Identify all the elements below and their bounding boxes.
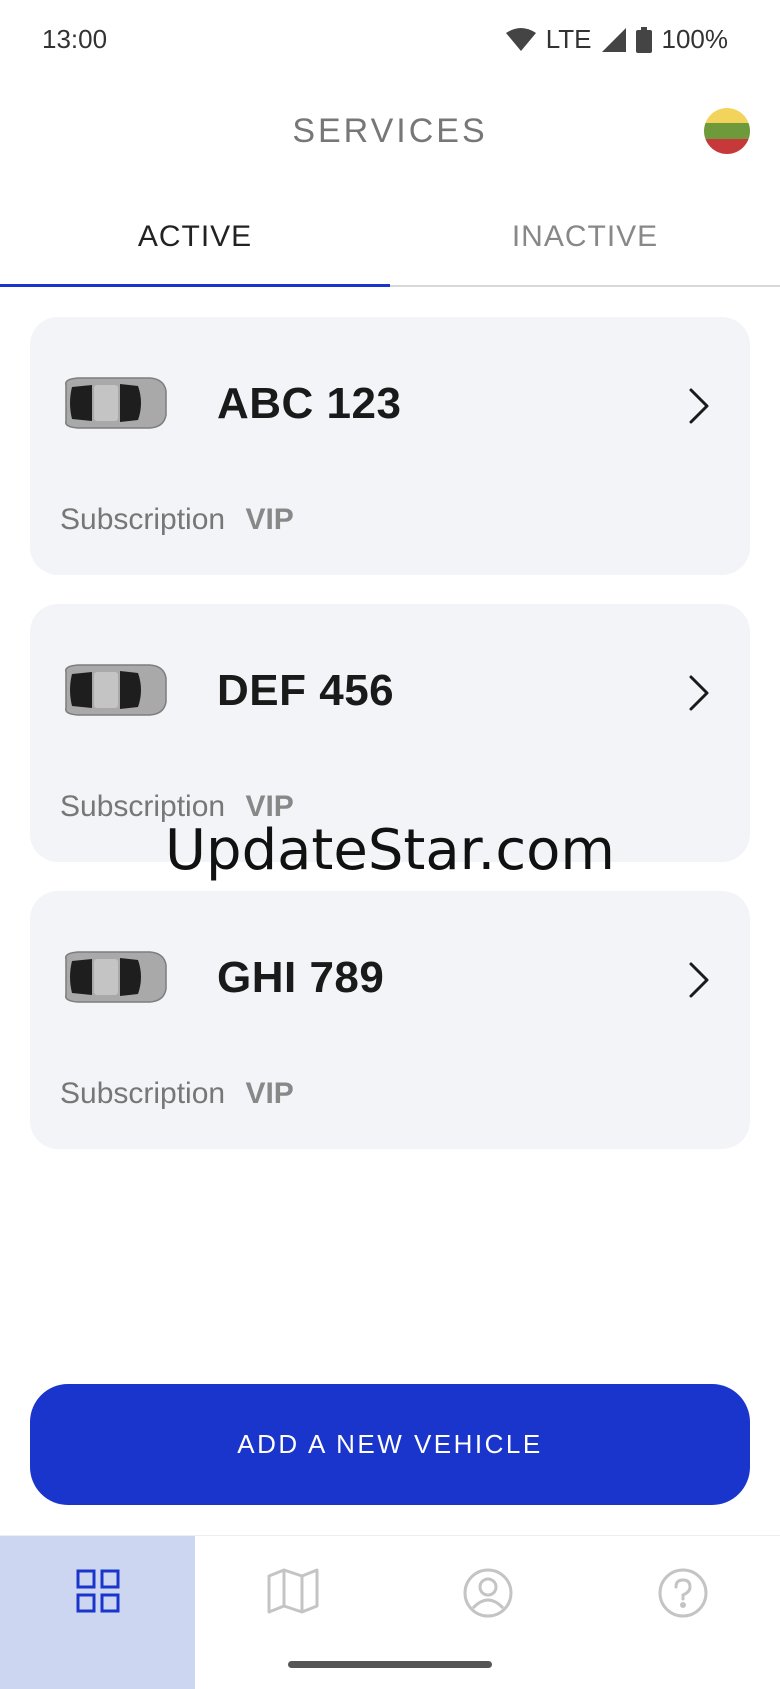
chevron-right-icon bbox=[688, 674, 710, 717]
page-title: SERVICES bbox=[292, 112, 488, 150]
tab-bar: ACTIVE INACTIVE bbox=[0, 205, 780, 287]
vehicle-card[interactable]: ABC 123 Subscription VIP bbox=[30, 317, 750, 575]
vehicle-list: ABC 123 Subscription VIP DEF 456 Subscri… bbox=[30, 317, 750, 1178]
subscription-row: Subscription VIP bbox=[60, 1077, 294, 1111]
help-icon bbox=[658, 1568, 708, 1689]
subscription-label: Subscription bbox=[60, 503, 226, 536]
tab-inactive[interactable]: INACTIVE bbox=[390, 205, 780, 285]
vehicle-card[interactable]: GHI 789 Subscription VIP bbox=[30, 891, 750, 1149]
flag-stripe-red bbox=[704, 138, 750, 154]
subscription-value: VIP bbox=[245, 503, 294, 536]
license-plate: GHI 789 bbox=[217, 953, 385, 1002]
status-time: 13:00 bbox=[42, 24, 108, 54]
grid-icon bbox=[75, 1568, 121, 1689]
chevron-right-icon bbox=[688, 387, 710, 430]
tab-active[interactable]: ACTIVE bbox=[0, 205, 390, 287]
map-icon bbox=[267, 1568, 319, 1689]
wifi-icon bbox=[505, 27, 536, 52]
license-plate: DEF 456 bbox=[217, 666, 395, 715]
chevron-right-icon bbox=[688, 961, 710, 1004]
flag-stripe-green bbox=[704, 123, 750, 139]
profile-icon bbox=[463, 1568, 513, 1689]
status-bar: 13:00 LTE 100% bbox=[0, 0, 780, 80]
status-indicators: LTE 100% bbox=[505, 24, 729, 55]
home-indicator[interactable] bbox=[288, 1661, 492, 1668]
network-label: LTE bbox=[545, 24, 592, 54]
language-flag-icon[interactable] bbox=[704, 108, 750, 154]
flag-stripe-yellow bbox=[704, 108, 750, 124]
car-icon bbox=[58, 662, 170, 718]
subscription-row: Subscription VIP bbox=[60, 503, 294, 537]
nav-item-help[interactable] bbox=[585, 1536, 780, 1689]
header: SERVICES bbox=[0, 100, 780, 170]
signal-icon bbox=[601, 27, 626, 52]
nav-item-services[interactable] bbox=[0, 1536, 195, 1689]
car-icon bbox=[58, 949, 170, 1005]
car-icon bbox=[58, 375, 170, 431]
add-vehicle-button[interactable]: ADD A NEW VEHICLE bbox=[30, 1384, 750, 1505]
battery-level: 100% bbox=[661, 24, 729, 54]
subscription-value: VIP bbox=[245, 1077, 294, 1110]
battery-icon bbox=[635, 26, 652, 53]
license-plate: ABC 123 bbox=[217, 379, 402, 428]
watermark: UpdateStar.com bbox=[165, 818, 615, 883]
subscription-label: Subscription bbox=[60, 1077, 226, 1110]
